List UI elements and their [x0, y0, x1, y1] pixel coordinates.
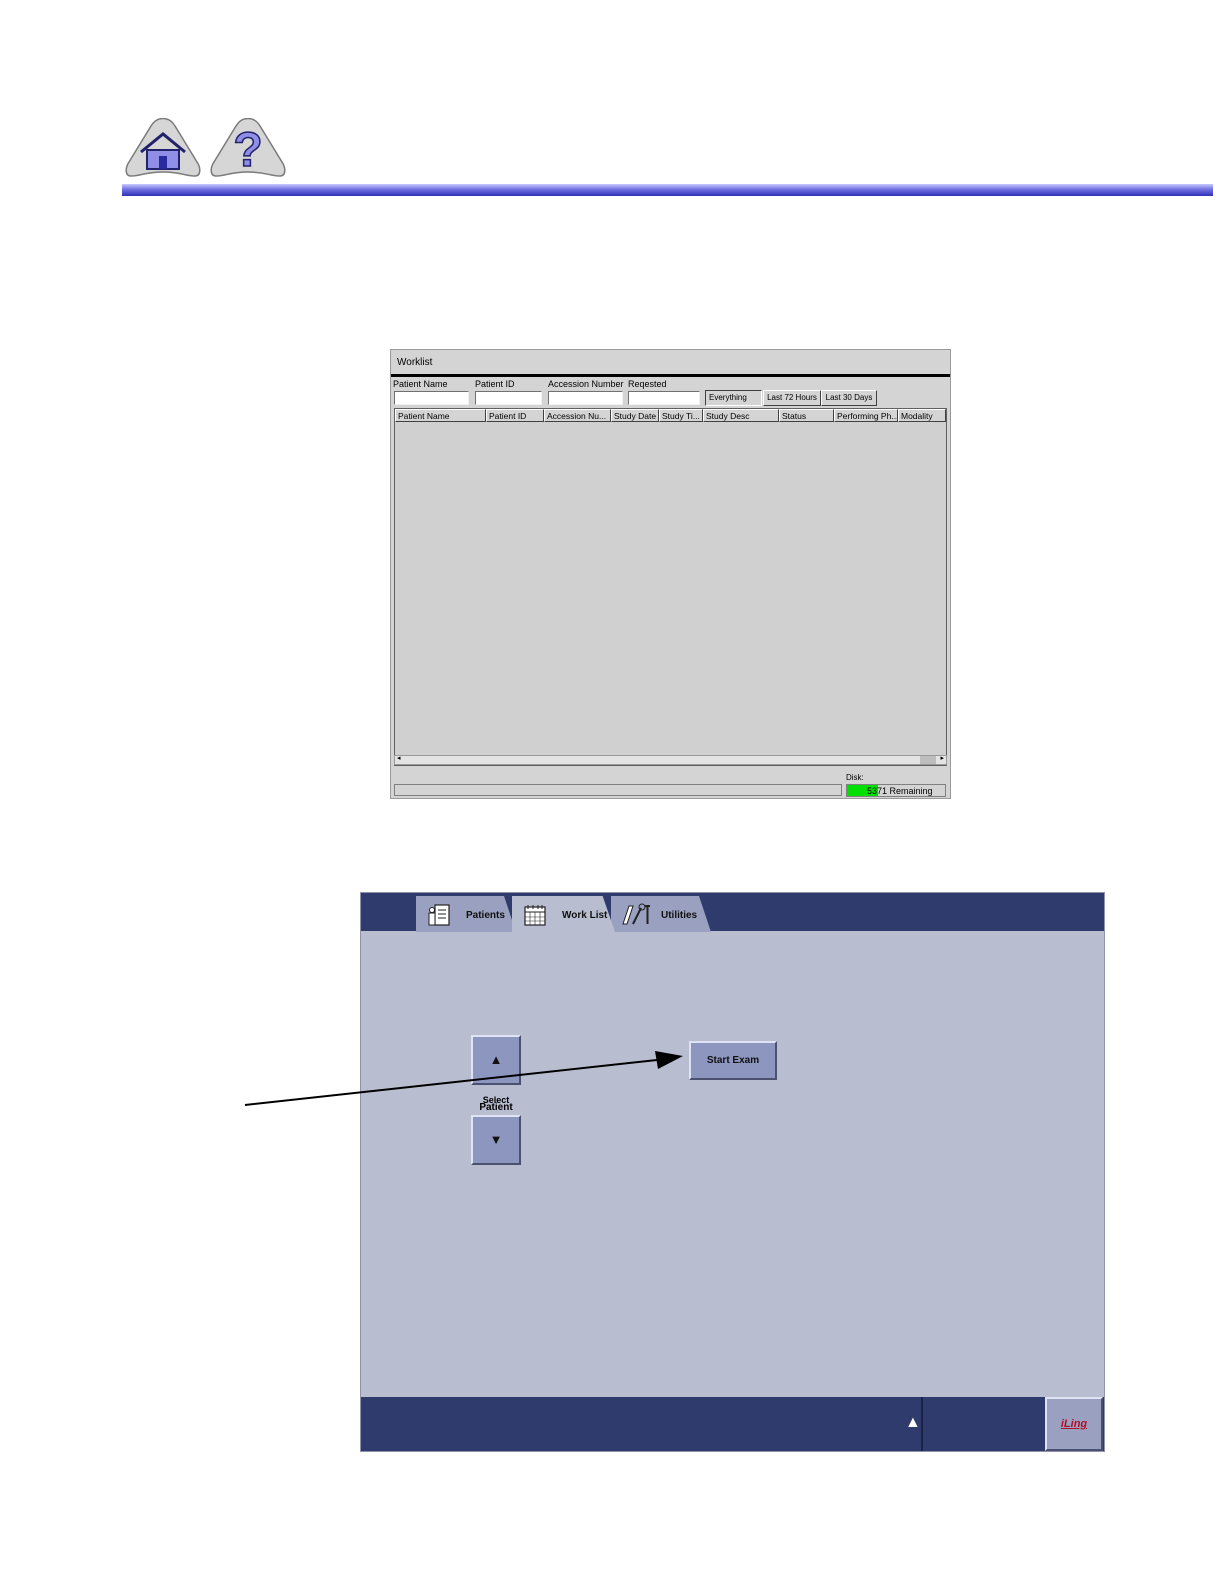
horizontal-scrollbar[interactable]: ◂ ▸: [394, 755, 947, 765]
select-patient-down-button[interactable]: ▼: [471, 1115, 521, 1165]
header-rule: [122, 184, 1213, 196]
arrow-up-icon: ▲: [489, 1052, 503, 1067]
iling-button[interactable]: iLing: [1045, 1397, 1103, 1451]
scroll-thumb[interactable]: [920, 756, 936, 764]
table-header-row: Patient Name Patient ID Accession Nu... …: [395, 409, 946, 422]
column-header[interactable]: Status: [779, 409, 834, 422]
requested-input[interactable]: [628, 391, 700, 405]
worklist-table[interactable]: Patient Name Patient ID Accession Nu... …: [394, 408, 947, 766]
bottom-bar: ▲ iLing: [361, 1397, 1104, 1451]
column-header[interactable]: Patient Name: [395, 409, 486, 422]
column-header[interactable]: Patient ID: [486, 409, 544, 422]
tab-patients[interactable]: Patients: [416, 896, 516, 932]
select-patient-label: Select Patient: [471, 1096, 521, 1113]
everything-button[interactable]: Everything: [705, 390, 762, 406]
svg-text:?: ?: [233, 124, 262, 177]
tools-icon: [622, 903, 650, 925]
column-header[interactable]: Study Date: [611, 409, 659, 422]
scroll-left-icon[interactable]: ◂: [397, 754, 401, 762]
tab-work-list[interactable]: Work List: [512, 896, 615, 932]
patient-name-label: Patient Name: [393, 379, 448, 389]
disk-remaining-text: 5371 Remaining: [867, 786, 933, 796]
worklist-title: Worklist: [397, 357, 433, 368]
help-icon: ?: [210, 117, 286, 178]
tab-label: Patients: [466, 910, 505, 921]
tab-label: Work List: [562, 910, 608, 921]
requested-label: Reqested: [628, 379, 667, 389]
tab-bar: Patients Work List Utilities: [361, 893, 1104, 932]
disk-label: Disk:: [846, 773, 864, 782]
accession-number-label: Accession Number: [548, 379, 624, 389]
help-button[interactable]: ?: [210, 117, 286, 180]
worklist-app-screen: Patients Work List Utilities ▲ Select Pa…: [360, 892, 1105, 1452]
select-patient-up-button[interactable]: ▲: [471, 1035, 521, 1085]
column-header[interactable]: Study Ti...: [659, 409, 703, 422]
patient-id-input[interactable]: [475, 391, 542, 405]
calendar-icon: [524, 905, 546, 926]
worklist-title-rule: [391, 374, 950, 377]
worklist-window: Worklist Patient Name Patient ID Accessi…: [390, 349, 951, 799]
column-header[interactable]: Accession Nu...: [544, 409, 611, 422]
disk-usage-bar: 5371 Remaining: [846, 784, 946, 797]
column-header[interactable]: Study Desc: [703, 409, 779, 422]
bottom-divider: [921, 1397, 923, 1451]
home-button[interactable]: [125, 117, 201, 180]
status-bar: [394, 784, 842, 796]
tab-utilities[interactable]: Utilities: [611, 896, 711, 932]
tab-label: Utilities: [661, 910, 698, 921]
patient-name-input[interactable]: [394, 391, 469, 405]
home-icon: [125, 117, 201, 177]
expand-up-icon[interactable]: ▲: [905, 1414, 921, 1432]
column-header[interactable]: Modality: [898, 409, 946, 422]
select-label-line2: Patient: [479, 1102, 513, 1113]
column-header[interactable]: Performing Ph...: [834, 409, 898, 422]
arrow-down-icon: ▼: [489, 1132, 503, 1147]
last-30-days-button[interactable]: Last 30 Days: [821, 390, 877, 406]
last-72-hours-button[interactable]: Last 72 Hours: [763, 390, 821, 406]
scroll-right-icon[interactable]: ▸: [940, 754, 944, 762]
accession-number-input[interactable]: [548, 391, 623, 405]
patient-chart-icon: [428, 904, 450, 926]
patient-id-label: Patient ID: [475, 379, 515, 389]
start-exam-button[interactable]: Start Exam: [689, 1041, 777, 1080]
